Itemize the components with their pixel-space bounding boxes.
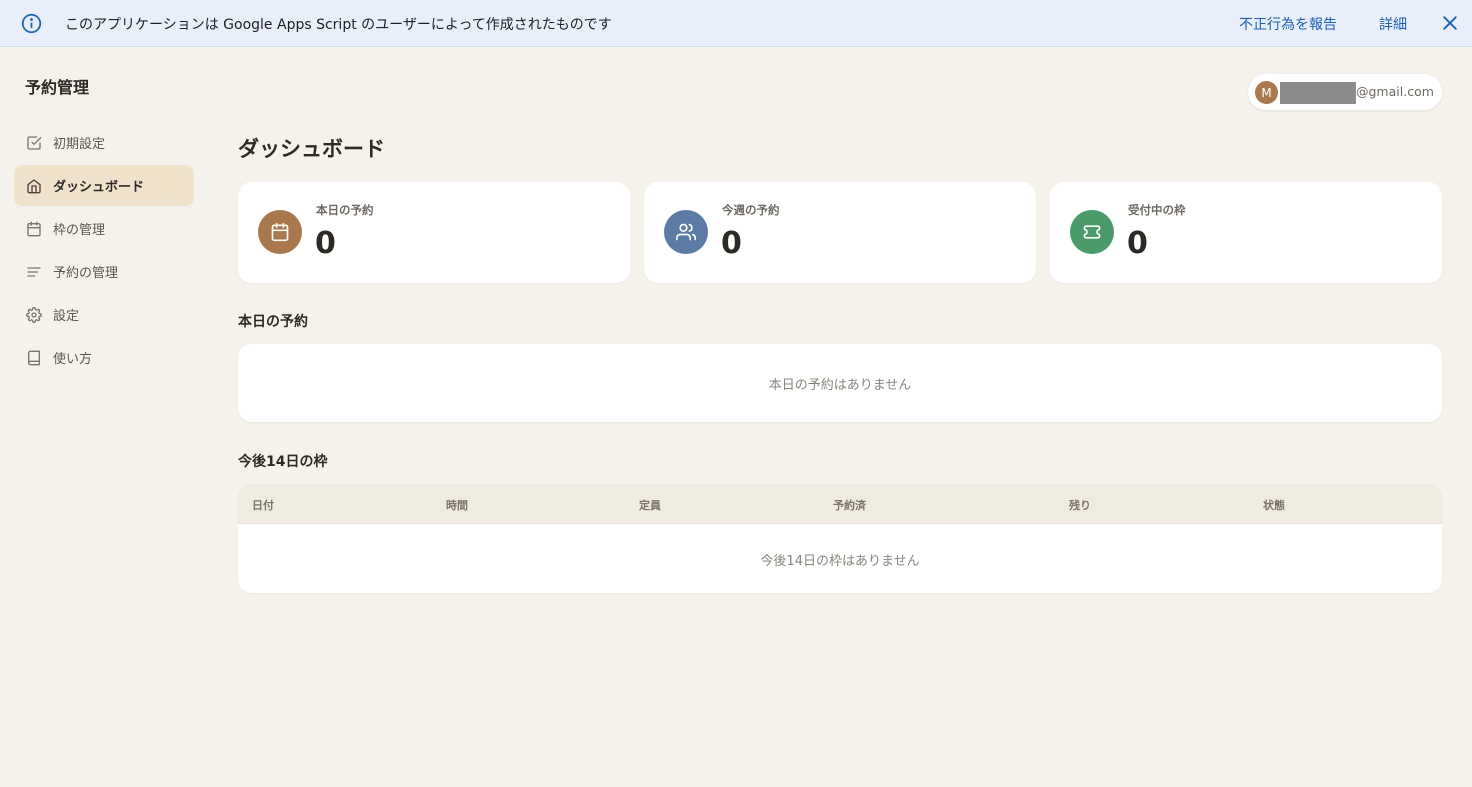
report-abuse-link[interactable]: 不正行為を報告 (1239, 14, 1337, 34)
sidebar-item-initial-setup[interactable]: 初期設定 (14, 122, 194, 163)
stat-value: 0 (1127, 226, 1148, 261)
upcoming-section-title: 今後14日の枠 (238, 454, 328, 470)
app-title: 予約管理 (25, 78, 90, 97)
book-icon (26, 350, 42, 366)
stat-value: 0 (315, 226, 336, 261)
redacted-email-block (1280, 82, 1356, 104)
list-icon (26, 264, 42, 280)
column-header-status: 状態 (1263, 499, 1285, 512)
calendar-icon (258, 210, 302, 254)
sidebar-item-label: 枠の管理 (53, 223, 106, 238)
sidebar-item-label: ダッシュボード (53, 180, 145, 195)
users-icon (664, 210, 708, 254)
gear-icon (26, 306, 42, 323)
sidebar-item-label: 設定 (53, 309, 80, 324)
stat-card-today: 本日の予約 0 (238, 182, 630, 283)
account-email: @gmail.com (1356, 84, 1434, 99)
column-header-remaining: 残り (1069, 499, 1091, 512)
stat-card-week: 今週の予約 0 (644, 182, 1036, 283)
home-icon (26, 178, 42, 194)
details-link[interactable]: 詳細 (1379, 14, 1407, 34)
ticket-icon (1070, 210, 1114, 254)
stat-label: 本日の予約 (316, 203, 374, 217)
column-header-date: 日付 (252, 499, 274, 512)
calendar-icon (26, 221, 42, 237)
stat-card-open-slots: 受付中の枠 0 (1050, 182, 1442, 283)
column-header-capacity: 定員 (639, 499, 661, 512)
today-reservations-card: 本日の予約はありません (238, 344, 1442, 422)
sidebar-item-dashboard[interactable]: ダッシュボード (14, 165, 194, 206)
checkbox-icon (26, 135, 42, 151)
page-title: ダッシュボード (238, 137, 385, 161)
sidebar-item-label: 使い方 (53, 352, 93, 367)
sidebar-item-slot-management[interactable]: 枠の管理 (14, 208, 194, 249)
stat-label: 受付中の枠 (1128, 203, 1186, 217)
account-chip[interactable]: M @gmail.com (1248, 74, 1442, 110)
stat-label: 今週の予約 (722, 203, 780, 217)
sidebar-item-how-to-use[interactable]: 使い方 (14, 337, 194, 378)
apps-script-banner: このアプリケーションは Google Apps Script のユーザーによって… (0, 0, 1472, 47)
column-header-time: 時間 (446, 499, 468, 512)
info-icon (21, 13, 42, 34)
stat-value: 0 (721, 226, 742, 261)
close-icon[interactable] (1440, 13, 1460, 33)
sidebar-item-label: 初期設定 (53, 137, 106, 152)
sidebar-item-settings[interactable]: 設定 (14, 294, 194, 335)
sidebar-item-reservation-management[interactable]: 予約の管理 (14, 251, 194, 292)
today-section-title: 本日の予約 (238, 314, 308, 330)
banner-message: このアプリケーションは Google Apps Script のユーザーによって… (65, 17, 612, 33)
avatar: M (1255, 81, 1278, 104)
upcoming-empty-message: 今後14日の枠はありません (760, 554, 920, 569)
table-header: 日付 時間 定員 予約済 残り 状態 (238, 484, 1442, 524)
column-header-booked: 予約済 (833, 499, 866, 512)
today-empty-message: 本日の予約はありません (768, 378, 912, 393)
upcoming-slots-table: 日付 時間 定員 予約済 残り 状態 今後14日の枠はありません (238, 484, 1442, 593)
sidebar-item-label: 予約の管理 (53, 266, 119, 281)
sidebar-nav: 初期設定 ダッシュボード 枠の管理 予約の管理 設定 使い方 (14, 122, 194, 380)
